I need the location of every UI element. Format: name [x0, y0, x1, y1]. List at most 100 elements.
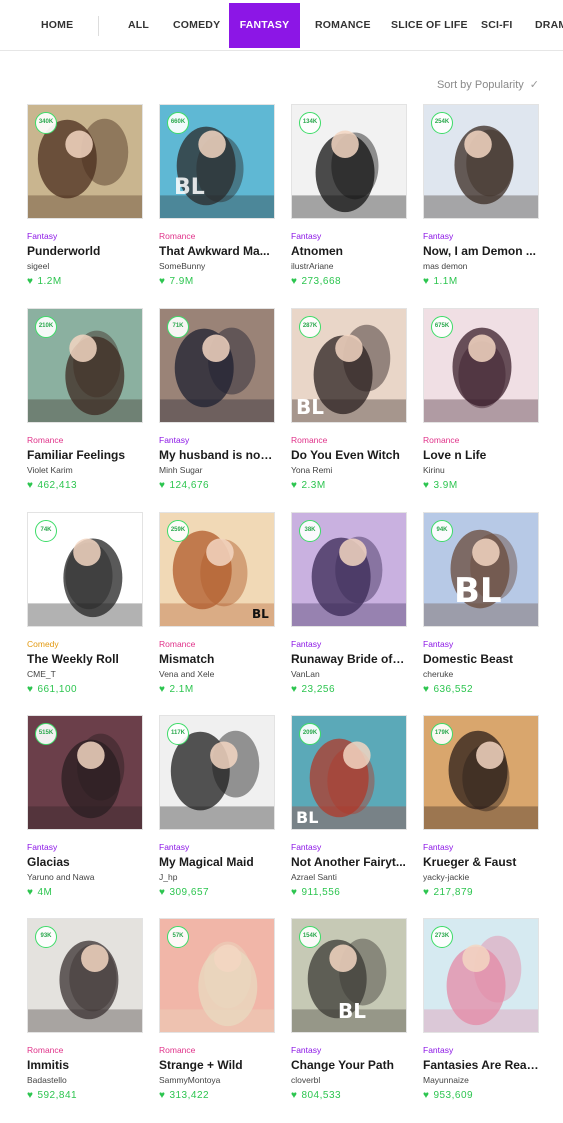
comic-card[interactable]: 209K BL Fantasy Not Another Fairyt... Azrael… [291, 715, 407, 899]
comic-card[interactable]: 94K BL Fantasy Domestic Beast cheruke ♥ 636,55… [423, 512, 539, 696]
comic-title[interactable]: Not Another Fairyt... [291, 855, 407, 870]
comic-card[interactable]: 74K Comedy The Weekly Roll CME_T ♥ 661,100 [27, 512, 143, 696]
comic-cover[interactable]: 57K [159, 918, 275, 1033]
comic-cover[interactable]: 273K [423, 918, 539, 1033]
comic-author[interactable]: ilustrAriane [291, 261, 407, 272]
comic-card[interactable]: 210K Romance Familiar Feelings Violet Karim… [27, 308, 143, 492]
comic-author[interactable]: J_hp [159, 872, 275, 883]
comic-title[interactable]: Domestic Beast [423, 652, 539, 667]
comic-card[interactable]: 254K Fantasy Now, I am Demon ... mas demon ♥… [423, 104, 539, 288]
comic-title[interactable]: Immitis [27, 1058, 143, 1073]
comic-author[interactable]: CME_T [27, 669, 143, 680]
comic-card[interactable]: 273K Fantasy Fantasies Are Reali... Mayunna… [423, 918, 539, 1102]
comic-likes: ♥ 273,668 [291, 276, 407, 288]
comic-cover[interactable]: 259K BL [159, 512, 275, 627]
comic-card[interactable]: 340K Fantasy Punderworld sigeel ♥ 1.2M [27, 104, 143, 288]
comic-title[interactable]: Now, I am Demon ... [423, 244, 539, 259]
comic-card[interactable]: 660K BL Romance That Awkward Ma... SomeBunny… [159, 104, 275, 288]
tab-slice-of-life[interactable]: SLICE OF LIFE [391, 3, 468, 48]
nav-home[interactable]: HOME [41, 3, 73, 48]
subscriber-badge: 117K [167, 723, 189, 745]
comic-author[interactable]: Kirinu [423, 465, 539, 476]
sort-dropdown[interactable]: Sort by Popularity ✓ [437, 78, 539, 91]
comic-title[interactable]: Mismatch [159, 652, 275, 667]
comic-card[interactable]: 154K BL Fantasy Change Your Path cloverbl ♥ 80… [291, 918, 407, 1102]
comic-card[interactable]: 259K BL Romance Mismatch Vena and Xele ♥ 2.1M [159, 512, 275, 696]
comic-card[interactable]: 57K Romance Strange + Wild SammyMontoya ♥ 313… [159, 918, 275, 1102]
tab-comedy[interactable]: COMEDY [173, 3, 220, 48]
comic-author[interactable]: VanLan [291, 669, 407, 680]
comic-cover[interactable]: 38K [291, 512, 407, 627]
comic-cover[interactable]: 210K [27, 308, 143, 423]
comic-title[interactable]: Strange + Wild [159, 1058, 275, 1073]
comic-title[interactable]: Atnomen [291, 244, 407, 259]
comic-card[interactable]: 675K Romance Love n Life Kirinu ♥ 3.9M [423, 308, 539, 492]
heart-icon: ♥ [291, 480, 298, 491]
comic-author[interactable]: Minh Sugar [159, 465, 275, 476]
comic-card[interactable]: 179K Fantasy Krueger & Faust yacky-jackie ♥ 2… [423, 715, 539, 899]
comic-title[interactable]: Love n Life [423, 448, 539, 463]
comic-cover[interactable]: 117K [159, 715, 275, 830]
comic-title[interactable]: Do You Even Witch [291, 448, 407, 463]
tab-all[interactable]: ALL [128, 3, 149, 48]
tab-fantasy[interactable]: FANTASY [229, 3, 300, 48]
likes-count: 2.3M [301, 480, 326, 491]
comic-title[interactable]: Change Your Path [291, 1058, 407, 1073]
comic-cover[interactable]: 94K BL [423, 512, 539, 627]
comic-cover[interactable]: 179K [423, 715, 539, 830]
comic-author[interactable]: Vena and Xele [159, 669, 275, 680]
comic-card[interactable]: 38K Fantasy Runaway Bride of t... VanLan ♥ 23… [291, 512, 407, 696]
likes-count: 462,413 [37, 480, 78, 491]
comic-title[interactable]: My Magical Maid [159, 855, 275, 870]
comic-author[interactable]: sigeel [27, 261, 143, 272]
comic-author[interactable]: mas demon [423, 261, 539, 272]
comic-cover[interactable]: 154K BL [291, 918, 407, 1033]
comic-cover[interactable]: 209K BL [291, 715, 407, 830]
bl-label: BL [252, 607, 269, 621]
comic-cover[interactable]: 134K [291, 104, 407, 219]
comic-cover[interactable]: 340K [27, 104, 143, 219]
comic-cover[interactable]: 254K [423, 104, 539, 219]
comic-title[interactable]: Glacias [27, 855, 143, 870]
comic-cover[interactable]: 675K [423, 308, 539, 423]
comic-author[interactable]: cheruke [423, 669, 539, 680]
comic-card[interactable]: 287K BL Romance Do You Even Witch Yona Remi ♥… [291, 308, 407, 492]
comic-card[interactable]: 117K Fantasy My Magical Maid J_hp ♥ 309,657 [159, 715, 275, 899]
comic-author[interactable]: Azrael Santi [291, 872, 407, 883]
heart-icon: ♥ [159, 887, 166, 898]
comic-title[interactable]: My husband is no l... [159, 448, 275, 463]
comic-author[interactable]: Yaruno and Nawa [27, 872, 143, 883]
comic-title[interactable]: Krueger & Faust [423, 855, 539, 870]
tab-romance[interactable]: ROMANCE [315, 3, 371, 48]
comic-cover[interactable]: 93K [27, 918, 143, 1033]
comic-title[interactable]: Familiar Feelings [27, 448, 143, 463]
comic-card[interactable]: 134K Fantasy Atnomen ilustrAriane ♥ 273,668 [291, 104, 407, 288]
likes-count: 23,256 [301, 684, 336, 695]
comic-card[interactable]: 71K Fantasy My husband is no l... Minh Suga… [159, 308, 275, 492]
comic-author[interactable]: yacky-jackie [423, 872, 539, 883]
comic-title[interactable]: The Weekly Roll [27, 652, 143, 667]
heart-icon: ♥ [159, 684, 166, 695]
comic-genre: Romance [159, 231, 196, 241]
comic-author[interactable]: Mayunnaize [423, 1075, 539, 1086]
comic-author[interactable]: cloverbl [291, 1075, 407, 1086]
comic-genre: Fantasy [27, 842, 58, 852]
comic-cover[interactable]: 515K [27, 715, 143, 830]
comic-title[interactable]: That Awkward Ma... [159, 244, 275, 259]
comic-title[interactable]: Runaway Bride of t... [291, 652, 407, 667]
comic-cover[interactable]: 660K BL [159, 104, 275, 219]
comic-cover[interactable]: 287K BL [291, 308, 407, 423]
comic-author[interactable]: SomeBunny [159, 261, 275, 272]
comic-cover[interactable]: 74K [27, 512, 143, 627]
comic-card[interactable]: 93K Romance Immitis Badastello ♥ 592,841 [27, 918, 143, 1102]
comic-author[interactable]: SammyMontoya [159, 1075, 275, 1086]
comic-author[interactable]: Badastello [27, 1075, 143, 1086]
comic-title[interactable]: Punderworld [27, 244, 143, 259]
tab-sci-fi[interactable]: SCI-FI [481, 3, 513, 48]
comic-card[interactable]: 515K Fantasy Glacias Yaruno and Nawa ♥ 4M [27, 715, 143, 899]
tab-drama[interactable]: DRAMA [535, 3, 563, 48]
comic-author[interactable]: Yona Remi [291, 465, 407, 476]
comic-cover[interactable]: 71K [159, 308, 275, 423]
comic-author[interactable]: Violet Karim [27, 465, 143, 476]
comic-title[interactable]: Fantasies Are Reali... [423, 1058, 539, 1073]
